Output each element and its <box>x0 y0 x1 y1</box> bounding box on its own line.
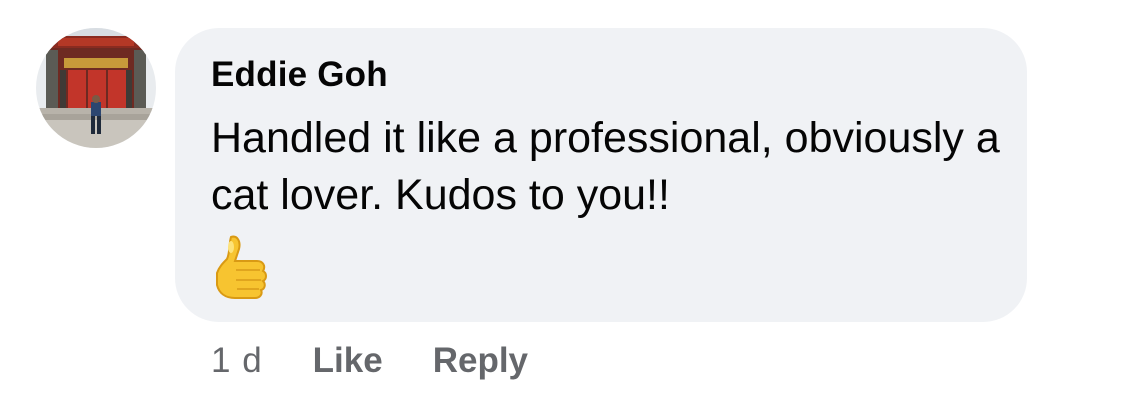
comment-author-name[interactable]: Eddie Goh <box>211 55 388 95</box>
comment-actions: 1 d Like Reply <box>211 338 578 384</box>
reply-button[interactable]: Reply <box>433 341 528 381</box>
like-button[interactable]: Like <box>313 341 383 381</box>
temple-photo <box>36 28 156 148</box>
thumbs-up-emoji-icon <box>216 235 267 299</box>
comment-text: Handled it like a professional, obviousl… <box>211 114 1000 219</box>
comment-timestamp[interactable]: 1 d <box>211 341 263 381</box>
avatar[interactable] <box>36 28 156 148</box>
comment-bubble: Eddie Goh Handled it like a professional… <box>175 28 1027 322</box>
